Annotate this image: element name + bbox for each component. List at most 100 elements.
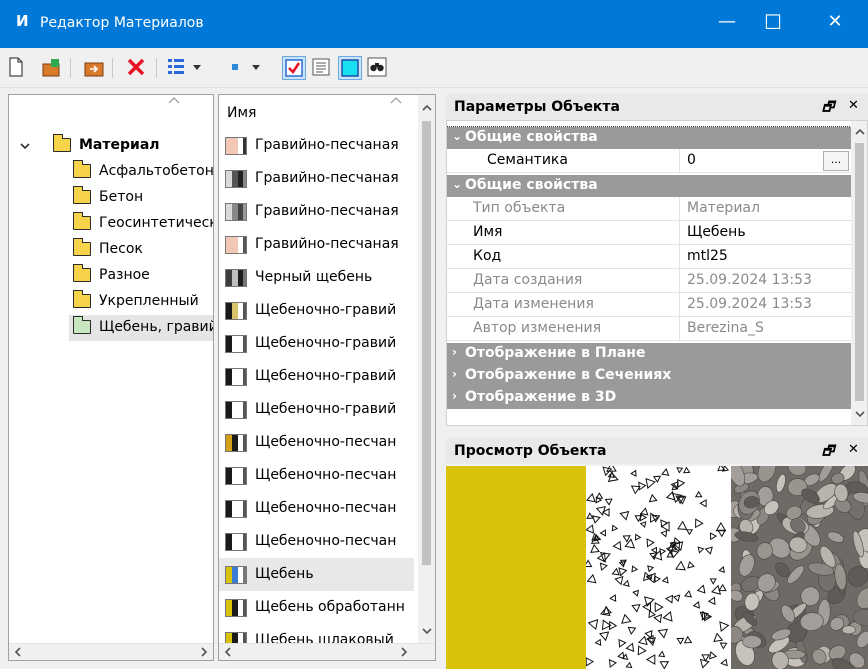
chevron-down-icon[interactable] [19, 140, 31, 152]
scroll-left-icon[interactable] [223, 646, 233, 658]
property-value[interactable]: Щебень [687, 224, 746, 240]
new-document-icon [9, 57, 23, 77]
list-item[interactable]: Щебеночно-песчан [219, 525, 414, 558]
tree-item[interactable]: Песок [9, 237, 209, 263]
property-row[interactable]: Автор изменения Berezina_S [447, 317, 851, 341]
material-swatch-icon [225, 467, 247, 485]
undock-icon[interactable]: 🗗 [822, 98, 834, 120]
tree-item[interactable]: Щебень, гравий [69, 315, 213, 341]
property-value[interactable]: mtl25 [687, 248, 728, 264]
ellipsis-button[interactable]: ... [823, 151, 849, 171]
tree-item[interactable]: Асфальтобетон [9, 159, 213, 185]
folder-icon [72, 316, 91, 334]
section-general-properties[interactable]: ⌄ Общие свойства [447, 175, 851, 197]
list-item[interactable]: Щебеночно-песчан [219, 426, 414, 459]
collapsed-section[interactable]: › Отображение в Сечениях [447, 365, 851, 387]
params-vertical-scrollbar[interactable] [851, 121, 867, 425]
list-item[interactable]: Гравийно-песчаная [219, 162, 414, 195]
scroll-up-icon[interactable] [854, 127, 866, 137]
tree-item[interactable]: Разное [9, 263, 209, 289]
close-pane-icon[interactable]: ✕ [848, 442, 859, 457]
scroll-down-icon[interactable] [421, 626, 433, 636]
move-to-folder-button[interactable] [82, 56, 106, 80]
folder-icon [52, 134, 71, 152]
list-item[interactable]: Щебеночно-гравий [219, 360, 414, 393]
collapsed-section[interactable]: › Отображение в 3D [447, 387, 851, 409]
scroll-right-icon[interactable] [399, 646, 409, 658]
view-mode-dropdown[interactable] [166, 56, 206, 80]
list-item[interactable]: Щебеночно-песчан [219, 459, 414, 492]
property-row-semantics[interactable]: Семантика 0 ... [447, 149, 851, 173]
scroll-down-icon[interactable] [854, 409, 866, 419]
list-item[interactable]: Гравийно-песчаная [219, 228, 414, 261]
tree-item[interactable]: Укрепленный [9, 289, 209, 315]
undock-icon[interactable]: 🗗 [822, 442, 834, 464]
material-swatch-icon [225, 170, 247, 188]
list-item[interactable]: Щебень [219, 558, 414, 591]
material-swatch-icon [225, 533, 247, 551]
property-value[interactable]: 0 [687, 152, 696, 168]
title-bar[interactable]: И Редактор Материалов — ☐ ✕ [0, 0, 868, 48]
chevron-down-icon: ⌄ [452, 177, 463, 191]
maximize-button[interactable]: ☐ [750, 6, 796, 42]
icon-size-dropdown[interactable] [222, 56, 266, 80]
tree-root-material[interactable]: Материал [9, 133, 209, 159]
tree-item[interactable]: Бетон [9, 185, 209, 211]
list-item[interactable]: Щебеночно-гравий [219, 393, 414, 426]
text-view-button[interactable] [310, 56, 334, 80]
hatch-pattern-preview [586, 466, 730, 669]
tree-item[interactable]: Геосинтетические [9, 211, 213, 237]
list-item-label: Щебеночно-гравий [255, 302, 397, 318]
scroll-right-icon[interactable] [199, 646, 209, 658]
collapsed-section[interactable]: › Отображение в Плане [447, 343, 851, 365]
small-icon-icon [232, 64, 260, 70]
list-vertical-scrollbar[interactable] [418, 95, 435, 643]
property-value: 25.09.2024 13:53 [687, 272, 812, 288]
scroll-up-icon[interactable] [421, 103, 433, 113]
material-swatch-icon [225, 368, 247, 386]
search-button[interactable] [366, 56, 390, 80]
show-checkbox-button[interactable] [282, 56, 306, 80]
property-row[interactable]: Имя Щебень [447, 221, 851, 245]
property-row[interactable]: Тип объекта Материал [447, 197, 851, 221]
list-item[interactable]: Щебеночно-песчан [219, 492, 414, 525]
property-name: Имя [473, 224, 503, 240]
list-item-label: Щебеночно-песчан [255, 533, 397, 549]
material-swatch-icon [225, 335, 247, 353]
tree-item-label: Укрепленный [99, 293, 199, 309]
add-folder-button[interactable] [40, 56, 64, 80]
property-row[interactable]: Код mtl25 [447, 245, 851, 269]
material-swatch-icon [225, 500, 247, 518]
list-item[interactable]: Щебень шлаковый [219, 624, 414, 643]
list-item[interactable]: Черный щебень [219, 261, 414, 294]
tree-horizontal-scrollbar[interactable] [9, 643, 213, 660]
folder-icon [72, 160, 91, 178]
list-item[interactable]: Гравийно-песчаная [219, 195, 414, 228]
color-square-icon [341, 59, 359, 77]
new-document-button[interactable] [8, 56, 24, 80]
scroll-thumb[interactable] [855, 143, 864, 401]
property-name: Тип объекта [473, 200, 566, 216]
minimize-button[interactable]: — [704, 6, 750, 42]
list-item[interactable]: Щебеночно-гравий [219, 294, 414, 327]
section-general-semantics[interactable]: ⌄ Общие свойства [447, 126, 852, 150]
folder-icon [72, 264, 91, 282]
preview-area [446, 466, 868, 669]
property-row[interactable]: Дата изменения 25.09.2024 13:53 [447, 293, 851, 317]
list-item[interactable]: Щебеночно-гравий [219, 327, 414, 360]
close-button[interactable]: ✕ [812, 6, 858, 42]
material-swatch-icon [225, 236, 247, 254]
close-pane-icon[interactable]: ✕ [848, 98, 859, 113]
list-item[interactable]: Щебень обработанн [219, 591, 414, 624]
window-title: Редактор Материалов [40, 15, 204, 31]
delete-button[interactable] [124, 56, 148, 80]
scroll-thumb[interactable] [422, 121, 431, 565]
list-horizontal-scrollbar[interactable] [219, 643, 435, 660]
list-item-label: Щебеночно-гравий [255, 368, 397, 384]
scroll-left-icon[interactable] [13, 646, 23, 658]
property-row[interactable]: Дата создания 25.09.2024 13:53 [447, 269, 851, 293]
params-pane-title: Параметры Объекта [454, 99, 620, 115]
list-item-label: Щебень шлаковый [255, 632, 394, 643]
list-item[interactable]: Гравийно-песчаная [219, 129, 414, 162]
color-preview-button[interactable] [338, 56, 362, 80]
